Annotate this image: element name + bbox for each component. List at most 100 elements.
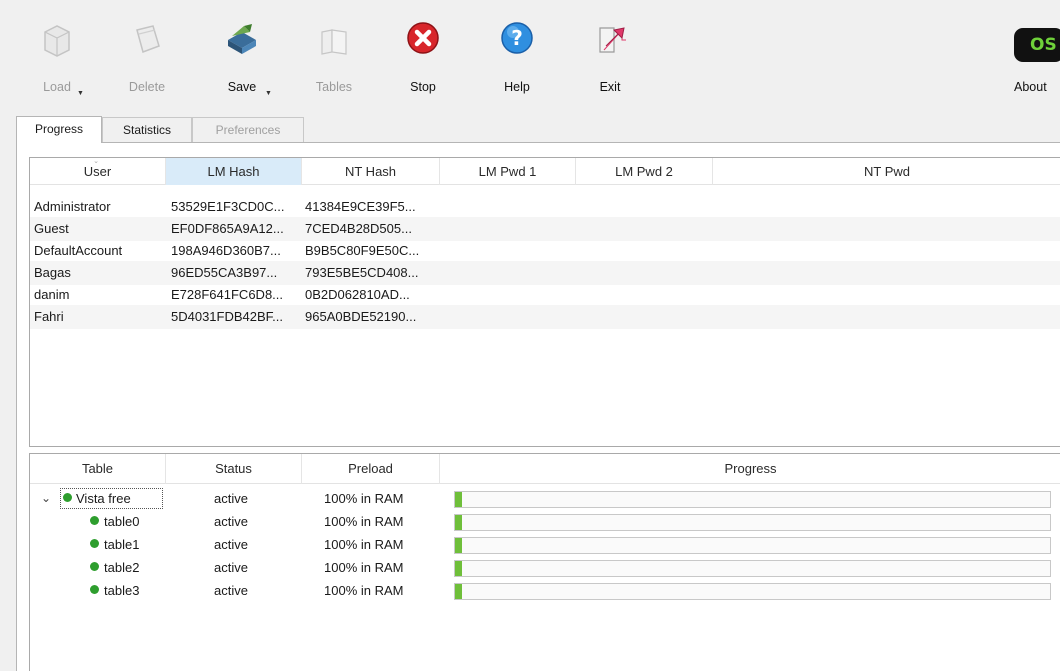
load-dropdown-icon[interactable]: ▼ (77, 90, 84, 97)
col-lm-hash-label: LM Hash (207, 164, 260, 179)
cell-lm-hash: EF0DF865A9A12... (171, 221, 284, 236)
progress-bar (454, 514, 1051, 531)
cell-lm-hash: 53529E1F3CD0C... (171, 199, 285, 214)
tables-tree-header: Table Status Preload Progress (30, 454, 1060, 484)
cell-user: danim (34, 287, 70, 302)
status-dot-icon (90, 539, 99, 548)
delete-button[interactable]: Delete (112, 18, 182, 104)
col-nt-pwd-label: NT Pwd (864, 164, 910, 179)
help-label: Help (504, 80, 530, 94)
cell-nt-hash: 0B2D062810AD... (305, 287, 410, 302)
about-logo-text: OS (1030, 35, 1057, 55)
tree-row[interactable]: table2 active 100% in RAM (30, 556, 1060, 579)
tab-progress-label: Progress (34, 122, 84, 136)
tree-node-label: Vista free (76, 491, 131, 506)
col-user[interactable]: User ⌄ (30, 158, 166, 185)
chevron-down-icon[interactable]: ⌄ (41, 487, 51, 510)
save-dropdown-icon[interactable]: ▼ (265, 90, 272, 97)
col-nt-pwd[interactable]: NT Pwd (713, 158, 1060, 185)
cell-status: active (214, 514, 248, 529)
col-user-label: User (83, 164, 112, 179)
tree-node-label: table0 (104, 514, 140, 529)
cell-preload: 100% in RAM (324, 491, 404, 506)
delete-icon (136, 25, 160, 53)
help-icon: ? (501, 22, 533, 54)
status-dot-icon (90, 516, 99, 525)
tables-tree: Table Status Preload Progress ⌄ Vista fr… (29, 453, 1060, 671)
cell-preload: 100% in RAM (324, 514, 404, 529)
progress-fill (455, 584, 463, 599)
table-row[interactable]: Bagas 96ED55CA3B97... 793E5BE5CD408... (30, 261, 1060, 285)
col-progress[interactable]: Progress (440, 454, 1060, 484)
status-dot-icon (90, 585, 99, 594)
save-icon (228, 24, 256, 54)
col-table-label: Table (81, 461, 114, 476)
col-preload[interactable]: Preload (302, 454, 440, 484)
tab-preferences[interactable]: Preferences (192, 117, 304, 142)
progress-bar (454, 560, 1051, 577)
col-lm-pwd2-label: LM Pwd 2 (615, 164, 673, 179)
table-row[interactable]: Administrator 53529E1F3CD0C... 41384E9CE… (30, 195, 1060, 219)
col-lm-pwd1[interactable]: LM Pwd 1 (440, 158, 576, 185)
tab-progress[interactable]: Progress (16, 116, 102, 143)
tab-preferences-label: Preferences (215, 123, 281, 137)
tree-node-label: table3 (104, 583, 140, 598)
tables-icon (321, 29, 347, 55)
cell-status: active (214, 583, 248, 598)
tree-row[interactable]: table0 active 100% in RAM (30, 510, 1060, 533)
load-icon (44, 25, 70, 57)
cell-preload: 100% in RAM (324, 537, 404, 552)
table-row[interactable]: danim E728F641FC6D8... 0B2D062810AD... (30, 283, 1060, 307)
cell-user: Bagas (34, 265, 71, 280)
help-button[interactable]: ? Help (482, 18, 552, 104)
col-lm-pwd1-label: LM Pwd 1 (478, 164, 537, 179)
progress-bar (454, 537, 1051, 554)
tree-row[interactable]: ⌄ Vista free active 100% in RAM (30, 487, 1060, 510)
tables-label: Tables (315, 80, 353, 94)
stop-button[interactable]: Stop (388, 18, 458, 104)
cell-nt-hash: 41384E9CE39F5... (305, 199, 416, 214)
users-table: User ⌄ LM Hash NT Hash LM Pwd 1 LM Pwd 2… (29, 157, 1060, 447)
tree-node-label: table1 (104, 537, 140, 552)
about-label: About (1014, 80, 1047, 94)
col-preload-label: Preload (348, 461, 393, 476)
cell-lm-hash: 96ED55CA3B97... (171, 265, 278, 280)
exit-button[interactable]: Exit (575, 18, 645, 104)
table-row[interactable]: DefaultAccount 198A946D360B7... B9B5C80F… (30, 239, 1060, 263)
about-button[interactable]: OS About (1000, 18, 1060, 104)
sort-indicator-icon: ⌄ (93, 158, 99, 165)
save-button[interactable]: Save ▼ (207, 18, 277, 104)
table-row[interactable]: Fahri 5D4031FDB42BF... 965A0BDE52190... (30, 305, 1060, 329)
stop-label: Stop (410, 80, 436, 94)
about-icon: OS (1014, 28, 1060, 62)
progress-bar (454, 583, 1051, 600)
users-table-header: User ⌄ LM Hash NT Hash LM Pwd 1 LM Pwd 2… (30, 158, 1060, 185)
col-lm-hash[interactable]: LM Hash (166, 158, 302, 185)
cell-nt-hash: 965A0BDE52190... (305, 309, 417, 324)
tab-strip: Progress Statistics Preferences (0, 116, 1060, 143)
table-row[interactable]: Guest EF0DF865A9A12... 7CED4B28D505... (30, 217, 1060, 241)
col-table[interactable]: Table (30, 454, 166, 484)
tree-node-label: table2 (104, 560, 140, 575)
col-status[interactable]: Status (166, 454, 302, 484)
load-button[interactable]: Load ▼ (22, 18, 92, 104)
cell-user: DefaultAccount (34, 243, 123, 258)
exit-label: Exit (599, 80, 621, 94)
col-nt-hash[interactable]: NT Hash (302, 158, 440, 185)
cell-nt-hash: 7CED4B28D505... (305, 221, 412, 236)
cell-preload: 100% in RAM (324, 560, 404, 575)
tree-row[interactable]: table3 active 100% in RAM (30, 579, 1060, 602)
cell-user: Fahri (34, 309, 64, 324)
toolbar: Load ▼ Delete Save ▼ Tables Stop ? Help … (0, 0, 1060, 118)
tab-statistics-label: Statistics (122, 123, 171, 137)
tab-statistics[interactable]: Statistics (102, 117, 192, 142)
cell-lm-hash: 198A946D360B7... (171, 243, 281, 258)
progress-fill (455, 538, 463, 553)
cell-status: active (214, 491, 248, 506)
col-nt-hash-label: NT Hash (344, 164, 397, 179)
svg-text:?: ? (511, 26, 523, 50)
stop-icon (407, 22, 439, 54)
tree-row[interactable]: table1 active 100% in RAM (30, 533, 1060, 556)
tables-button[interactable]: Tables (299, 18, 369, 104)
col-lm-pwd2[interactable]: LM Pwd 2 (576, 158, 713, 185)
